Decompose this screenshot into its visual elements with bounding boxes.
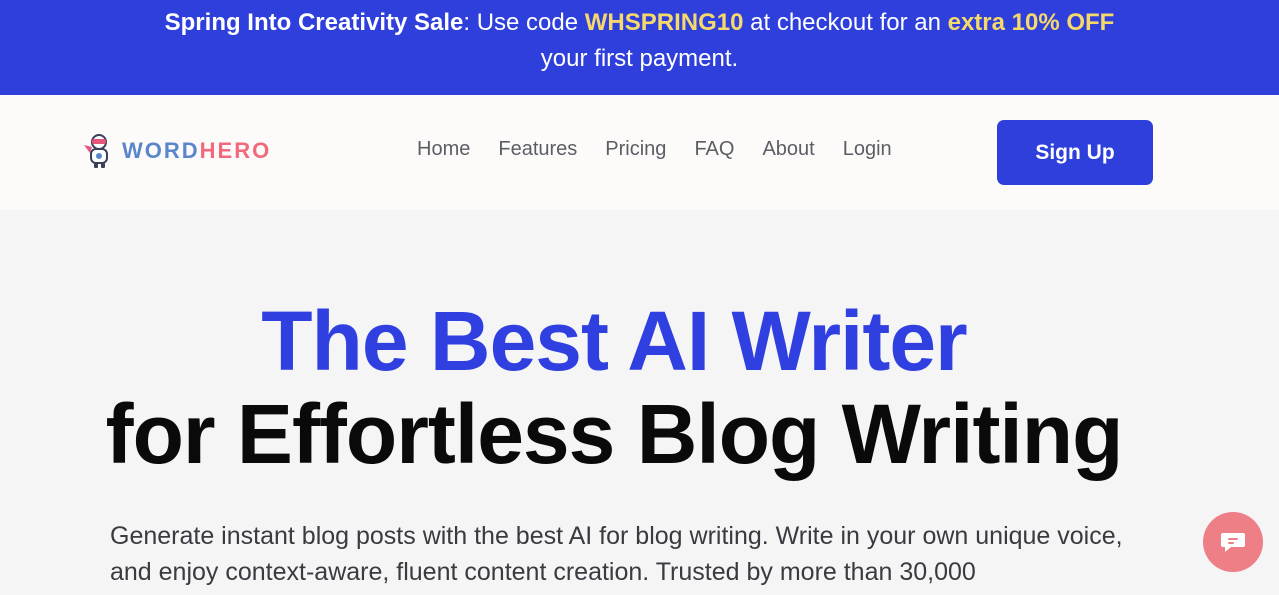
nav-faq[interactable]: FAQ [694,138,734,161]
promo-offer: extra 10% OFF [947,9,1115,36]
nav-login[interactable]: Login [843,138,892,161]
nav-home[interactable]: Home [417,138,470,161]
chat-bubble-icon [1221,533,1245,552]
promo-line-1: Spring Into Creativity Sale: Use code WH… [0,5,1279,41]
robot-hero-icon [84,134,108,168]
hero-title-line-2: for Effortless Blog Writing [105,387,1124,481]
nav-about[interactable]: About [762,138,814,161]
promo-code: WHSPRING10 [584,9,744,36]
promo-banner: Spring Into Creativity Sale: Use code WH… [0,0,1279,95]
logo-wordmark: WORDHERO [122,138,271,164]
chat-widget-button[interactable] [1203,512,1263,572]
nav-pricing[interactable]: Pricing [605,138,666,161]
promo-text-b: at checkout for an [743,9,948,36]
promo-sale-name: Spring Into Creativity Sale [164,9,464,36]
promo-line-2: your first payment. [540,45,739,72]
wordhero-logo[interactable]: WORDHERO [82,133,271,169]
nav-links: Home Features Pricing FAQ About Login [417,138,892,161]
promo-text-a: : Use code [463,9,585,36]
sign-up-button[interactable]: Sign Up [997,120,1153,185]
nav-features[interactable]: Features [498,138,577,161]
logo-hero: HERO [199,138,272,163]
logo-word: WORD [122,138,200,163]
top-navigation: WORDHERO Home Features Pricing FAQ About… [0,95,1279,210]
hero-title-line-1: The Best AI Writer [261,294,967,388]
hero-subtitle: Generate instant blog posts with the bes… [110,522,1123,586]
